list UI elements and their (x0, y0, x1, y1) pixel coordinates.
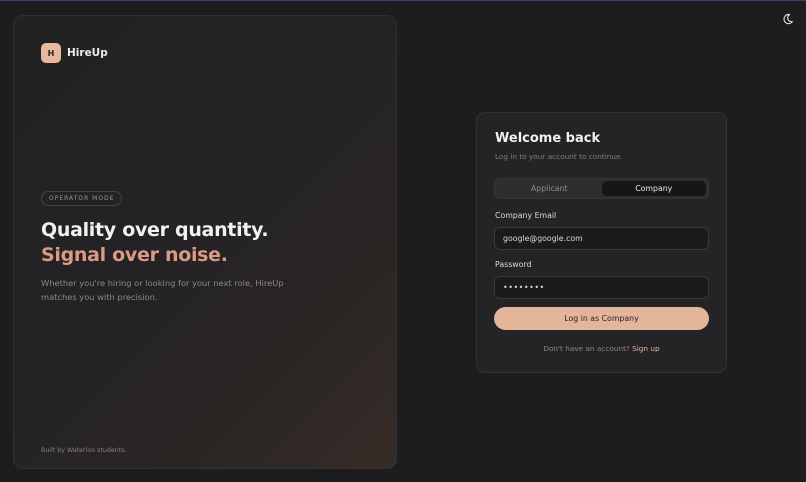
login-subtitle: Log in to your account to continue. (495, 152, 623, 161)
login-page: H HireUp OPERATOR MODE Quality over quan… (0, 0, 806, 482)
moon-icon[interactable] (782, 13, 794, 25)
password-field[interactable]: •••••••• (494, 276, 709, 299)
brand-logo[interactable]: H HireUp (41, 43, 108, 63)
hero-panel: H HireUp OPERATOR MODE Quality over quan… (13, 15, 397, 469)
email-field[interactable]: google@google.com (494, 227, 709, 250)
brand-mark: H (41, 43, 61, 63)
headline-line-1: Quality over quantity. (41, 219, 269, 241)
login-card: Welcome back Log in to your account to c… (476, 112, 727, 373)
tab-applicant[interactable]: Applicant (497, 181, 602, 196)
tab-company[interactable]: Company (601, 181, 706, 196)
account-type-toggle: Applicant Company (494, 178, 709, 199)
hero-description: Whether you're hiring or looking for you… (41, 278, 284, 302)
login-button[interactable]: Log in as Company (494, 307, 709, 330)
signup-row: Don't have an account? Sign up (477, 344, 726, 353)
email-label: Company Email (495, 211, 557, 220)
login-title: Welcome back (495, 131, 601, 146)
password-label: Password (495, 260, 532, 269)
signup-prompt: Don't have an account? (543, 344, 633, 353)
hero-footer: Built by Waterloo students. (41, 447, 127, 454)
hero-headline: Quality over quantity. Signal over noise… (41, 218, 269, 268)
brand-name: HireUp (67, 47, 108, 59)
headline-line-2: Signal over noise. (41, 244, 228, 266)
signup-link[interactable]: Sign up (632, 344, 660, 353)
mode-badge: OPERATOR MODE (41, 191, 123, 206)
